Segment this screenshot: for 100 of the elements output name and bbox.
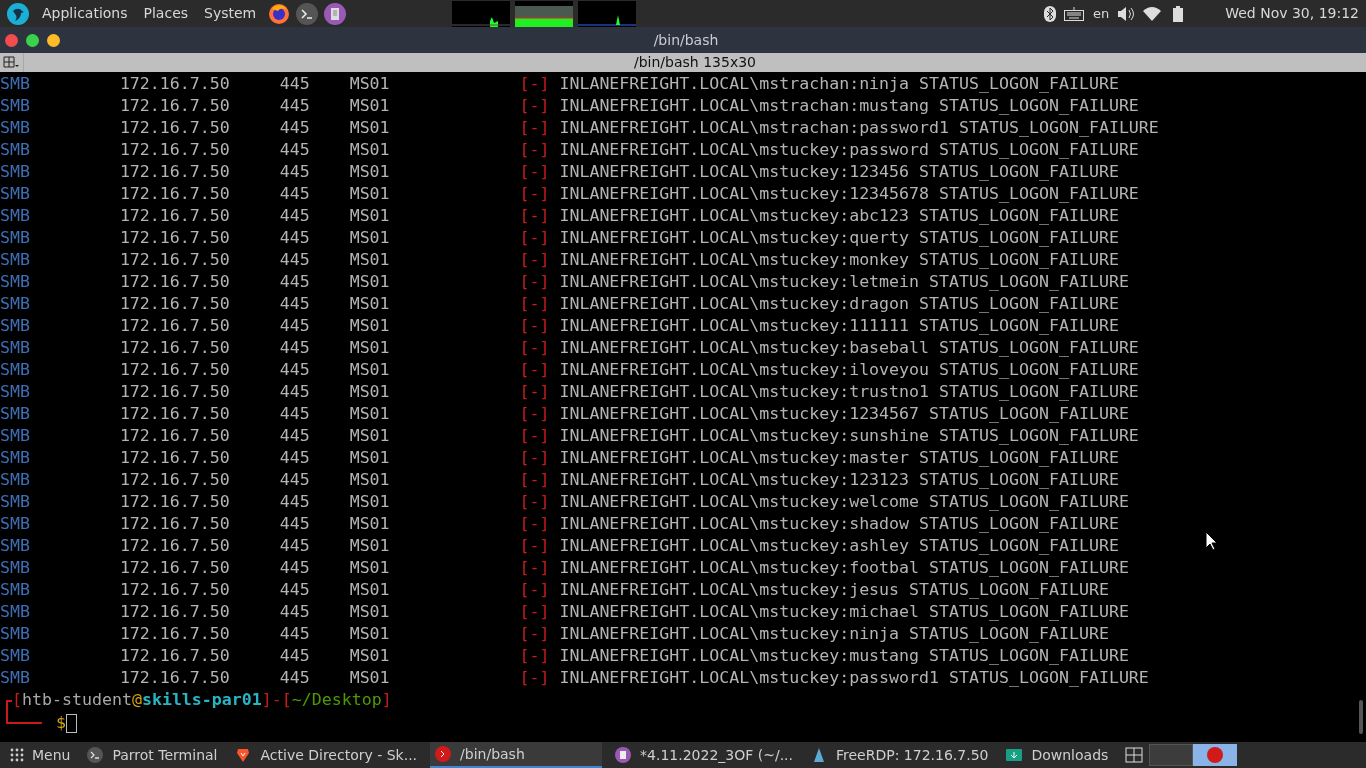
workspace-button[interactable]	[1149, 744, 1194, 766]
protocol-label: SMB	[0, 227, 30, 249]
failure-marker: [-]	[519, 73, 550, 95]
parrot-logo-icon[interactable]	[7, 2, 29, 25]
taskbar-item[interactable]: Active Directory - Sk...	[230, 742, 423, 768]
host-name: MS01	[349, 513, 390, 535]
failure-marker: [-]	[519, 293, 550, 315]
failure-marker: [-]	[519, 645, 550, 667]
terminal-icon[interactable]	[296, 2, 319, 25]
host-name: MS01	[349, 381, 390, 403]
prompt-dash: -	[271, 689, 282, 711]
taskbar-item[interactable]: Downloads	[1001, 742, 1114, 768]
taskbar-item[interactable]: FreeRDP: 172.16.7.50	[806, 742, 994, 768]
protocol-label: SMB	[0, 359, 30, 381]
bluetooth-icon[interactable]	[1043, 5, 1056, 22]
failure-marker: [-]	[519, 227, 550, 249]
log-message: INLANEFREIGHT.LOCAL\mstuckey:password1 STATUS_LOGON_FAILURE	[559, 667, 1149, 689]
log-message: INLANEFREIGHT.LOCAL\mstuckey:shadow STATUS_LOGON_FAILURE	[559, 513, 1119, 535]
port-number: 445	[279, 491, 310, 513]
host-name: MS01	[349, 667, 390, 689]
workspace-button[interactable]	[1193, 744, 1238, 766]
host-name: MS01	[349, 95, 390, 117]
host-name: MS01	[349, 557, 390, 579]
protocol-label: SMB	[0, 425, 30, 447]
log-message: INLANEFREIGHT.LOCAL\mstrachan:mustang STATUS_LOGON_FAILURE	[559, 95, 1139, 117]
failure-marker: [-]	[519, 513, 550, 535]
port-number: 445	[279, 425, 310, 447]
port-number: 445	[279, 359, 310, 381]
panel-menu[interactable]: System	[196, 3, 265, 24]
menu-button[interactable]: Menu	[0, 742, 83, 768]
log-message: INLANEFREIGHT.LOCAL\mstuckey:ninja STATUS_LOGON_FAILURE	[559, 623, 1109, 645]
failure-marker: [-]	[519, 249, 550, 271]
protocol-label: SMB	[0, 381, 30, 403]
log-message: INLANEFREIGHT.LOCAL\mstuckey:michael STATUS_LOGON_FAILURE	[559, 601, 1129, 623]
port-number: 445	[279, 601, 310, 623]
keyboard-icon[interactable]	[1063, 6, 1084, 21]
panel-menu[interactable]: Places	[135, 3, 197, 24]
port-number: 445	[279, 161, 310, 183]
minimize-button[interactable]	[47, 33, 60, 47]
ip-address: 172.16.7.50	[119, 535, 230, 557]
host-name: MS01	[349, 315, 390, 337]
ip-address: 172.16.7.50	[119, 645, 230, 667]
window-title: /bin/bash	[652, 30, 720, 50]
host-name: MS01	[349, 249, 390, 271]
ip-address: 172.16.7.50	[119, 557, 230, 579]
maximize-button[interactable]	[26, 33, 39, 47]
port-number: 445	[279, 469, 310, 491]
port-number: 445	[279, 513, 310, 535]
protocol-label: SMB	[0, 205, 30, 227]
host-name: MS01	[349, 469, 390, 491]
port-number: 445	[279, 447, 310, 469]
port-number: 445	[279, 645, 310, 667]
failure-marker: [-]	[519, 139, 550, 161]
close-button[interactable]	[5, 33, 18, 47]
failure-marker: [-]	[519, 403, 550, 425]
taskbar-item[interactable]: Parrot Terminal	[82, 742, 223, 768]
panel-menu[interactable]: Applications	[34, 3, 136, 24]
prompt-host: skills-par01	[141, 689, 262, 711]
log-message: INLANEFREIGHT.LOCAL\mstuckey:monkey STATUS_LOGON_FAILURE	[559, 249, 1119, 271]
failure-marker: [-]	[519, 447, 550, 469]
port-number: 445	[279, 183, 310, 205]
protocol-label: SMB	[0, 645, 30, 667]
prompt-at: @	[131, 689, 142, 711]
protocol-label: SMB	[0, 73, 30, 95]
ip-address: 172.16.7.50	[119, 271, 230, 293]
port-number: 445	[279, 535, 310, 557]
log-message: INLANEFREIGHT.LOCAL\mstuckey:baseball STATUS_LOGON_FAILURE	[559, 337, 1139, 359]
port-number: 445	[279, 117, 310, 139]
ip-address: 172.16.7.50	[119, 491, 230, 513]
host-name: MS01	[349, 161, 390, 183]
failure-marker: [-]	[519, 271, 550, 293]
port-number: 445	[279, 73, 310, 95]
taskbar-item[interactable]: /bin/bash	[430, 742, 603, 768]
prompt-bracket: ]	[261, 689, 272, 711]
failure-marker: [-]	[519, 183, 550, 205]
language-indicator[interactable]: en	[1092, 3, 1110, 24]
prompt-user: htb-student	[22, 689, 132, 711]
port-number: 445	[279, 227, 310, 249]
host-name: MS01	[349, 205, 390, 227]
host-name: MS01	[349, 271, 390, 293]
log-message: INLANEFREIGHT.LOCAL\mstuckey:ashley STATUS_LOGON_FAILURE	[559, 535, 1119, 557]
battery-icon[interactable]	[1173, 5, 1184, 22]
split-view-icon[interactable]	[3, 55, 19, 70]
taskbar-item[interactable]: *4.11.2022_3OF (~/...	[610, 742, 798, 768]
browser-icon[interactable]	[268, 2, 291, 25]
scrollbar-thumb[interactable]	[1359, 700, 1363, 734]
ip-address: 172.16.7.50	[119, 469, 230, 491]
clock[interactable]: Wed Nov 30, 19:12	[1225, 3, 1359, 24]
mouse-pointer-icon	[1205, 531, 1217, 551]
port-number: 445	[279, 381, 310, 403]
ip-address: 172.16.7.50	[119, 403, 230, 425]
wifi-icon[interactable]	[1143, 6, 1162, 21]
workspace-switcher-icon[interactable]	[1125, 747, 1144, 763]
port-number: 445	[279, 205, 310, 227]
document-icon[interactable]	[324, 2, 347, 25]
prompt-symbol: $	[56, 712, 66, 734]
ip-address: 172.16.7.50	[119, 623, 230, 645]
host-name: MS01	[349, 645, 390, 667]
port-number: 445	[279, 557, 310, 579]
volume-icon[interactable]	[1117, 5, 1136, 22]
